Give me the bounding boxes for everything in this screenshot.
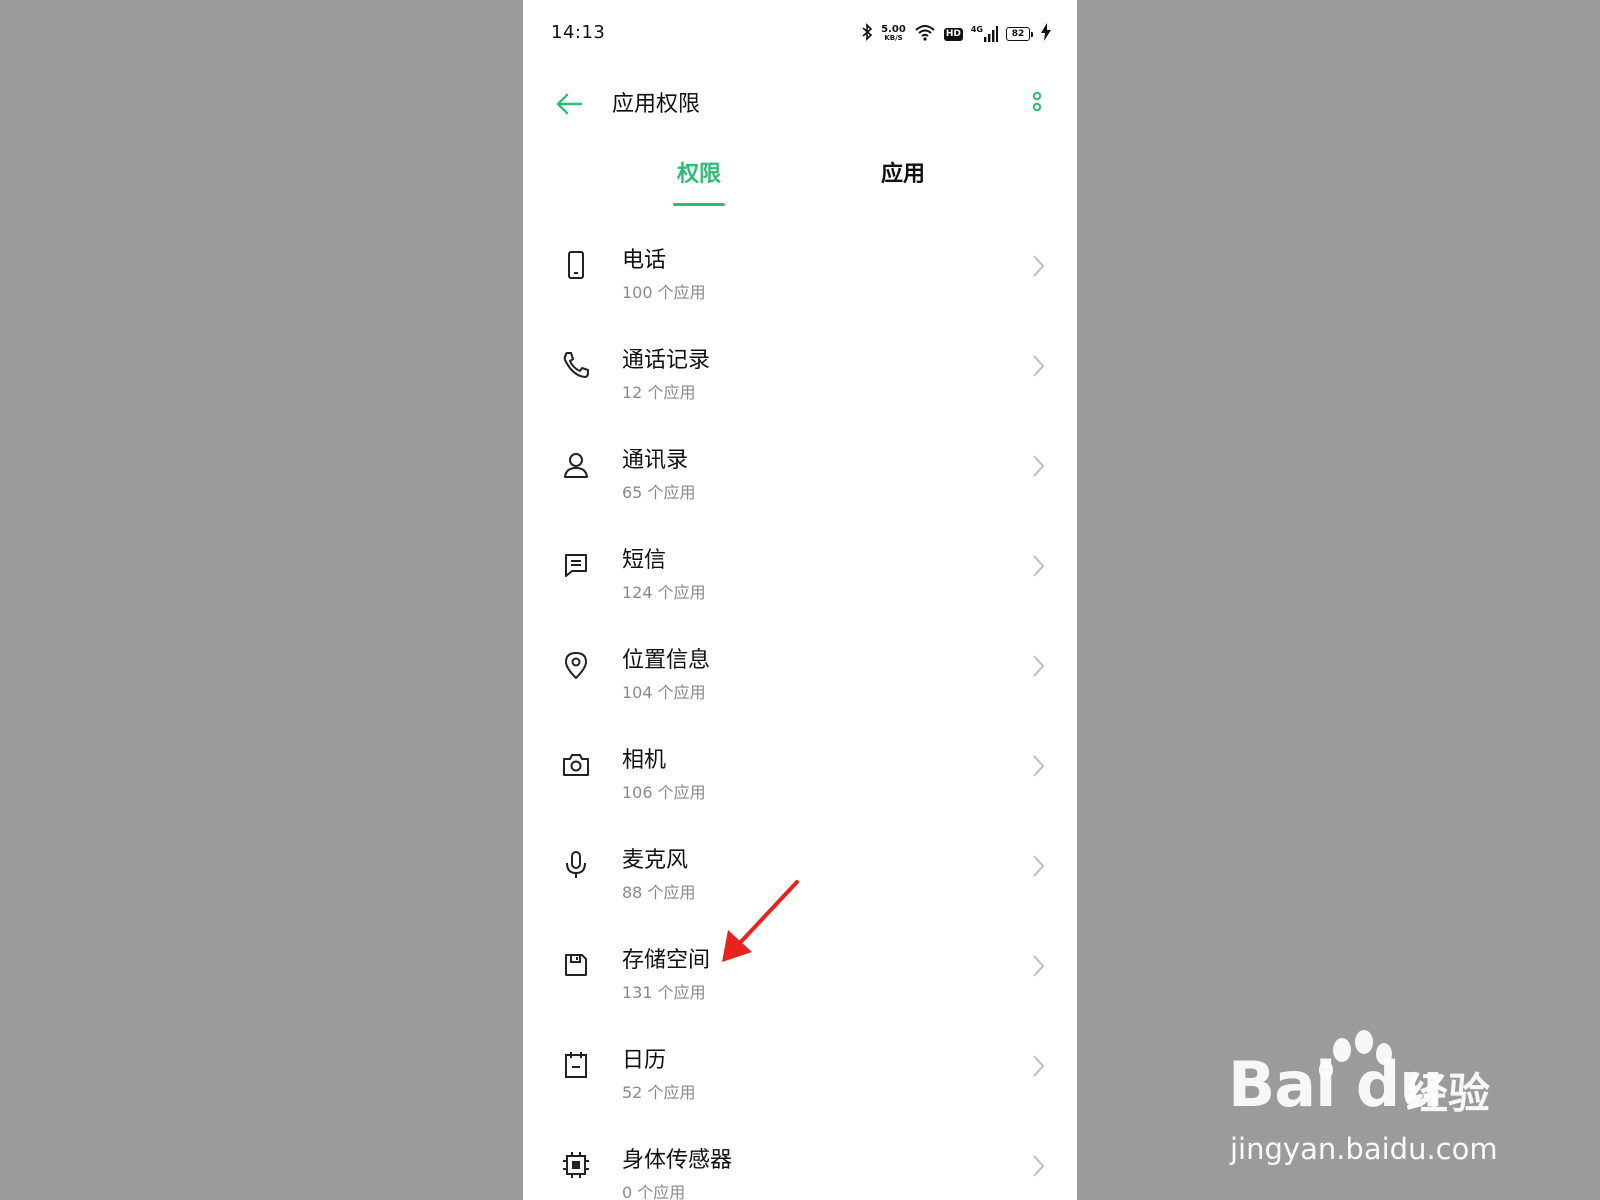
chevron-right-icon	[1033, 555, 1045, 577]
permission-item-location[interactable]: 位置信息 104 个应用	[523, 620, 1077, 720]
chevron-right-icon	[1033, 355, 1045, 377]
permission-app-count: 100 个应用	[622, 283, 706, 302]
permission-app-count: 65 个应用	[622, 483, 696, 502]
back-button[interactable]	[549, 84, 589, 124]
permission-title: 通话记录	[622, 348, 711, 373]
camera-icon	[561, 750, 591, 780]
chevron-right-icon	[1033, 755, 1045, 777]
permission-item-call-log[interactable]: 通话记录 12 个应用	[523, 320, 1077, 420]
permission-title: 相机	[622, 748, 667, 773]
permission-title: 位置信息	[622, 648, 711, 673]
permission-list: 电话 100 个应用 通话记录 12 个应用 通讯录 65 个应用 短信 124…	[523, 220, 1077, 1200]
chevron-right-icon	[1033, 955, 1045, 977]
chevron-right-icon	[1033, 255, 1045, 277]
hd-badge: HD	[943, 27, 963, 41]
permission-title: 身体传感器	[622, 1148, 733, 1173]
baidu-watermark: Bai du 经验 jingyan.baidu.com	[1228, 1028, 1528, 1168]
wifi-icon	[914, 23, 936, 45]
permission-app-count: 0 个应用	[622, 1183, 686, 1200]
watermark-url: jingyan.baidu.com	[1230, 1132, 1498, 1166]
phone-screen: 14:13 5.00 KB/S HD 4G 82 应用权限 权限 应用 电话 1…	[523, 0, 1077, 1200]
battery-icon: 82	[1006, 27, 1033, 41]
active-tab-indicator	[673, 203, 725, 206]
permission-item-storage[interactable]: 存储空间 131 个应用	[523, 920, 1077, 1020]
chevron-right-icon	[1033, 1055, 1045, 1077]
permission-app-count: 106 个应用	[622, 783, 706, 802]
bluetooth-icon	[861, 23, 873, 45]
app-bar: 应用权限	[523, 68, 1077, 138]
calendar-icon	[561, 1050, 591, 1080]
permission-item-contacts[interactable]: 通讯录 65 个应用	[523, 420, 1077, 520]
permission-item-camera[interactable]: 相机 106 个应用	[523, 720, 1077, 820]
watermark-cn: 经验	[1406, 1069, 1491, 1118]
location-icon	[561, 650, 591, 680]
body-sensor-icon	[561, 1150, 591, 1180]
permission-item-sms[interactable]: 短信 124 个应用	[523, 520, 1077, 620]
tab-bar: 权限 应用	[523, 150, 1077, 208]
contacts-icon	[561, 450, 591, 480]
cellular-signal-icon: 4G	[971, 26, 998, 42]
tab-apps[interactable]: 应用	[877, 156, 929, 206]
chevron-right-icon	[1033, 1155, 1045, 1177]
phone-device-icon	[561, 250, 591, 280]
permission-app-count: 12 个应用	[622, 383, 696, 402]
sms-icon	[561, 550, 591, 580]
page-title: 应用权限	[612, 92, 701, 117]
permission-title: 电话	[622, 248, 667, 273]
status-time: 14:13	[551, 22, 606, 43]
permission-item-body-sensor[interactable]: 身体传感器 0 个应用	[523, 1120, 1077, 1200]
arrow-left-icon	[556, 93, 583, 115]
storage-icon	[561, 950, 591, 980]
permission-title: 存储空间	[622, 948, 711, 973]
status-icons: 5.00 KB/S HD 4G 82	[861, 22, 1051, 46]
permission-title: 麦克风	[622, 848, 689, 873]
network-speed: 5.00 KB/S	[881, 24, 906, 43]
permission-title: 通讯录	[622, 448, 689, 473]
more-options-button[interactable]	[1021, 86, 1053, 122]
permission-item-calendar[interactable]: 日历 52 个应用	[523, 1020, 1077, 1120]
microphone-icon	[561, 850, 591, 880]
permission-item-microphone[interactable]: 麦克风 88 个应用	[523, 820, 1077, 920]
permission-title: 日历	[622, 1048, 667, 1073]
chevron-right-icon	[1033, 855, 1045, 877]
permission-item-phone[interactable]: 电话 100 个应用	[523, 220, 1077, 320]
permission-app-count: 124 个应用	[622, 583, 706, 602]
permission-title: 短信	[622, 548, 667, 573]
call-log-icon	[561, 350, 591, 380]
more-vertical-icon	[1032, 91, 1042, 112]
tab-permissions[interactable]: 权限	[673, 156, 725, 206]
chevron-right-icon	[1033, 455, 1045, 477]
chevron-right-icon	[1033, 655, 1045, 677]
permission-app-count: 104 个应用	[622, 683, 706, 702]
charging-icon	[1041, 23, 1051, 45]
status-bar: 14:13 5.00 KB/S HD 4G 82	[523, 0, 1077, 68]
permission-app-count: 131 个应用	[622, 983, 706, 1002]
permission-app-count: 52 个应用	[622, 1083, 696, 1102]
permission-app-count: 88 个应用	[622, 883, 696, 902]
